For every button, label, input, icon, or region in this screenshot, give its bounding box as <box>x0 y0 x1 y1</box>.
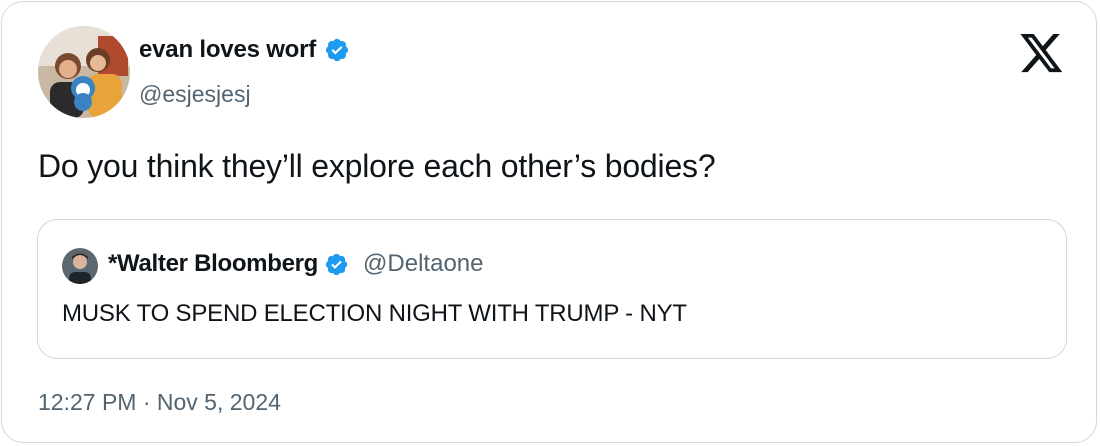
author-handle[interactable]: @esjesjesj <box>139 81 251 108</box>
avatar-photo-icon <box>38 26 130 118</box>
quoted-author-display-name[interactable]: *Walter Bloomberg <box>108 250 318 278</box>
quoted-author-row: *Walter Bloomberg @Deltaone <box>108 250 483 278</box>
tweet-text: Do you think they’ll explore each other’… <box>38 148 716 184</box>
verified-badge-icon <box>324 252 349 277</box>
avatar-photo-icon <box>62 248 98 284</box>
verified-badge-icon <box>324 37 350 63</box>
quoted-author-avatar[interactable] <box>62 248 98 284</box>
quoted-tweet-text: MUSK TO SPEND ELECTION NIGHT WITH TRUMP … <box>62 300 687 327</box>
quoted-author-handle[interactable]: @Deltaone <box>363 250 483 278</box>
author-display-name[interactable]: evan loves worf <box>139 36 316 64</box>
tweet-timestamp[interactable]: 12:27 PM · Nov 5, 2024 <box>38 389 281 416</box>
tweet-card[interactable]: evan loves worf @esjesjesj Do you think … <box>1 1 1097 443</box>
author-avatar[interactable] <box>38 26 130 118</box>
x-logo-icon[interactable] <box>1019 34 1065 74</box>
quoted-tweet[interactable]: *Walter Bloomberg @Deltaone MUSK TO SPEN… <box>37 219 1067 359</box>
author-name-row: evan loves worf <box>139 36 350 64</box>
